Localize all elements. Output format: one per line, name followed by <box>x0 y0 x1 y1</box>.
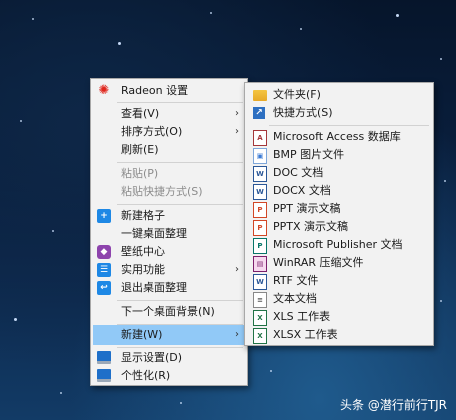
star <box>14 318 17 321</box>
star <box>270 370 272 372</box>
submenu-item-folder[interactable]: 文件夹(F) <box>247 86 431 104</box>
star <box>20 120 22 122</box>
watermark: 头条 @潜行前行TJR <box>340 398 448 412</box>
menu-item-view[interactable]: 查看(V) › <box>93 105 245 123</box>
wallpaper-icon: ◆ <box>97 245 111 259</box>
submenu-item-docx[interactable]: W DOCX 文档 <box>247 182 431 200</box>
submenu-item-bmp[interactable]: ▣ BMP 图片文件 <box>247 146 431 164</box>
winrar-icon: ▤ <box>253 256 267 272</box>
star <box>32 18 34 20</box>
bmp-icon: ▣ <box>253 148 267 164</box>
star <box>180 402 182 404</box>
submenu-item-publisher[interactable]: P Microsoft Publisher 文档 <box>247 236 431 254</box>
submenu-item-xls[interactable]: X XLS 工作表 <box>247 308 431 326</box>
star <box>210 12 212 14</box>
menu-item-radeon-settings[interactable]: ✺ Radeon 设置 <box>93 82 245 100</box>
menu-separator <box>117 300 243 301</box>
menu-item-new-grid[interactable]: + 新建格子 <box>93 207 245 225</box>
desktop-context-menu: ✺ Radeon 设置 查看(V) › 排序方式(O) › 刷新(E) 粘贴(P… <box>90 78 248 386</box>
menu-item-new[interactable]: 新建(W) › <box>93 325 245 345</box>
menu-item-personalize[interactable]: 个性化(R) <box>93 367 245 385</box>
chevron-right-icon: › <box>235 264 239 275</box>
star <box>300 28 302 30</box>
chevron-right-icon: › <box>235 329 239 340</box>
publisher-icon: P <box>253 238 267 254</box>
star <box>440 58 442 60</box>
submenu-item-doc[interactable]: W DOC 文档 <box>247 164 431 182</box>
xlsx-icon: X <box>253 328 267 344</box>
doc-icon: W <box>253 166 267 182</box>
submenu-item-text[interactable]: ≡ 文本文档 <box>247 290 431 308</box>
radeon-icon: ✺ <box>98 83 110 98</box>
submenu-item-xlsx[interactable]: X XLSX 工作表 <box>247 326 431 344</box>
display-icon <box>97 351 111 364</box>
submenu-item-pptx[interactable]: P PPTX 演示文稿 <box>247 218 431 236</box>
shortcut-icon: ↗ <box>253 107 265 119</box>
star <box>440 300 442 302</box>
menu-item-next-background[interactable]: 下一个桌面背景(N) <box>93 303 245 321</box>
menu-separator <box>117 204 243 205</box>
menu-item-refresh[interactable]: 刷新(E) <box>93 141 245 159</box>
menu-separator <box>117 162 243 163</box>
menu-separator <box>117 102 243 103</box>
menu-separator <box>269 125 429 126</box>
menu-item-utilities[interactable]: ☰ 实用功能 › <box>93 261 245 279</box>
ppt-icon: P <box>253 202 267 218</box>
submenu-item-access[interactable]: A Microsoft Access 数据库 <box>247 128 431 146</box>
personalize-icon <box>97 369 111 382</box>
star <box>60 392 62 394</box>
folder-icon <box>253 90 267 101</box>
menu-item-paste-shortcut[interactable]: 粘贴快捷方式(S) <box>93 183 245 201</box>
submenu-item-rtf[interactable]: W RTF 文件 <box>247 272 431 290</box>
new-submenu: 文件夹(F) ↗ 快捷方式(S) A Microsoft Access 数据库 … <box>244 82 434 346</box>
menu-item-desktop-organize[interactable]: 一键桌面整理 <box>93 225 245 243</box>
text-icon: ≡ <box>253 292 267 308</box>
new-grid-icon: + <box>97 209 111 223</box>
access-icon: A <box>253 130 267 146</box>
menu-separator <box>117 347 243 348</box>
menu-item-paste[interactable]: 粘贴(P) <box>93 165 245 183</box>
rtf-icon: W <box>253 274 267 290</box>
xls-icon: X <box>253 310 267 326</box>
menu-item-sort-by[interactable]: 排序方式(O) › <box>93 123 245 141</box>
submenu-item-shortcut[interactable]: ↗ 快捷方式(S) <box>247 104 431 122</box>
pptx-icon: P <box>253 220 267 236</box>
menu-item-exit-organize[interactable]: ↩ 退出桌面整理 <box>93 279 245 297</box>
star <box>396 14 399 17</box>
submenu-item-winrar[interactable]: ▤ WinRAR 压缩文件 <box>247 254 431 272</box>
docx-icon: W <box>253 184 267 200</box>
exit-icon: ↩ <box>97 281 111 295</box>
star <box>444 180 446 182</box>
submenu-item-ppt[interactable]: P PPT 演示文稿 <box>247 200 431 218</box>
chevron-right-icon: › <box>235 126 239 137</box>
chevron-right-icon: › <box>235 108 239 119</box>
menu-item-display-settings[interactable]: 显示设置(D) <box>93 349 245 367</box>
tools-icon: ☰ <box>97 263 111 277</box>
star <box>52 230 54 232</box>
menu-item-wallpaper-center[interactable]: ◆ 壁纸中心 <box>93 243 245 261</box>
star <box>118 42 121 45</box>
